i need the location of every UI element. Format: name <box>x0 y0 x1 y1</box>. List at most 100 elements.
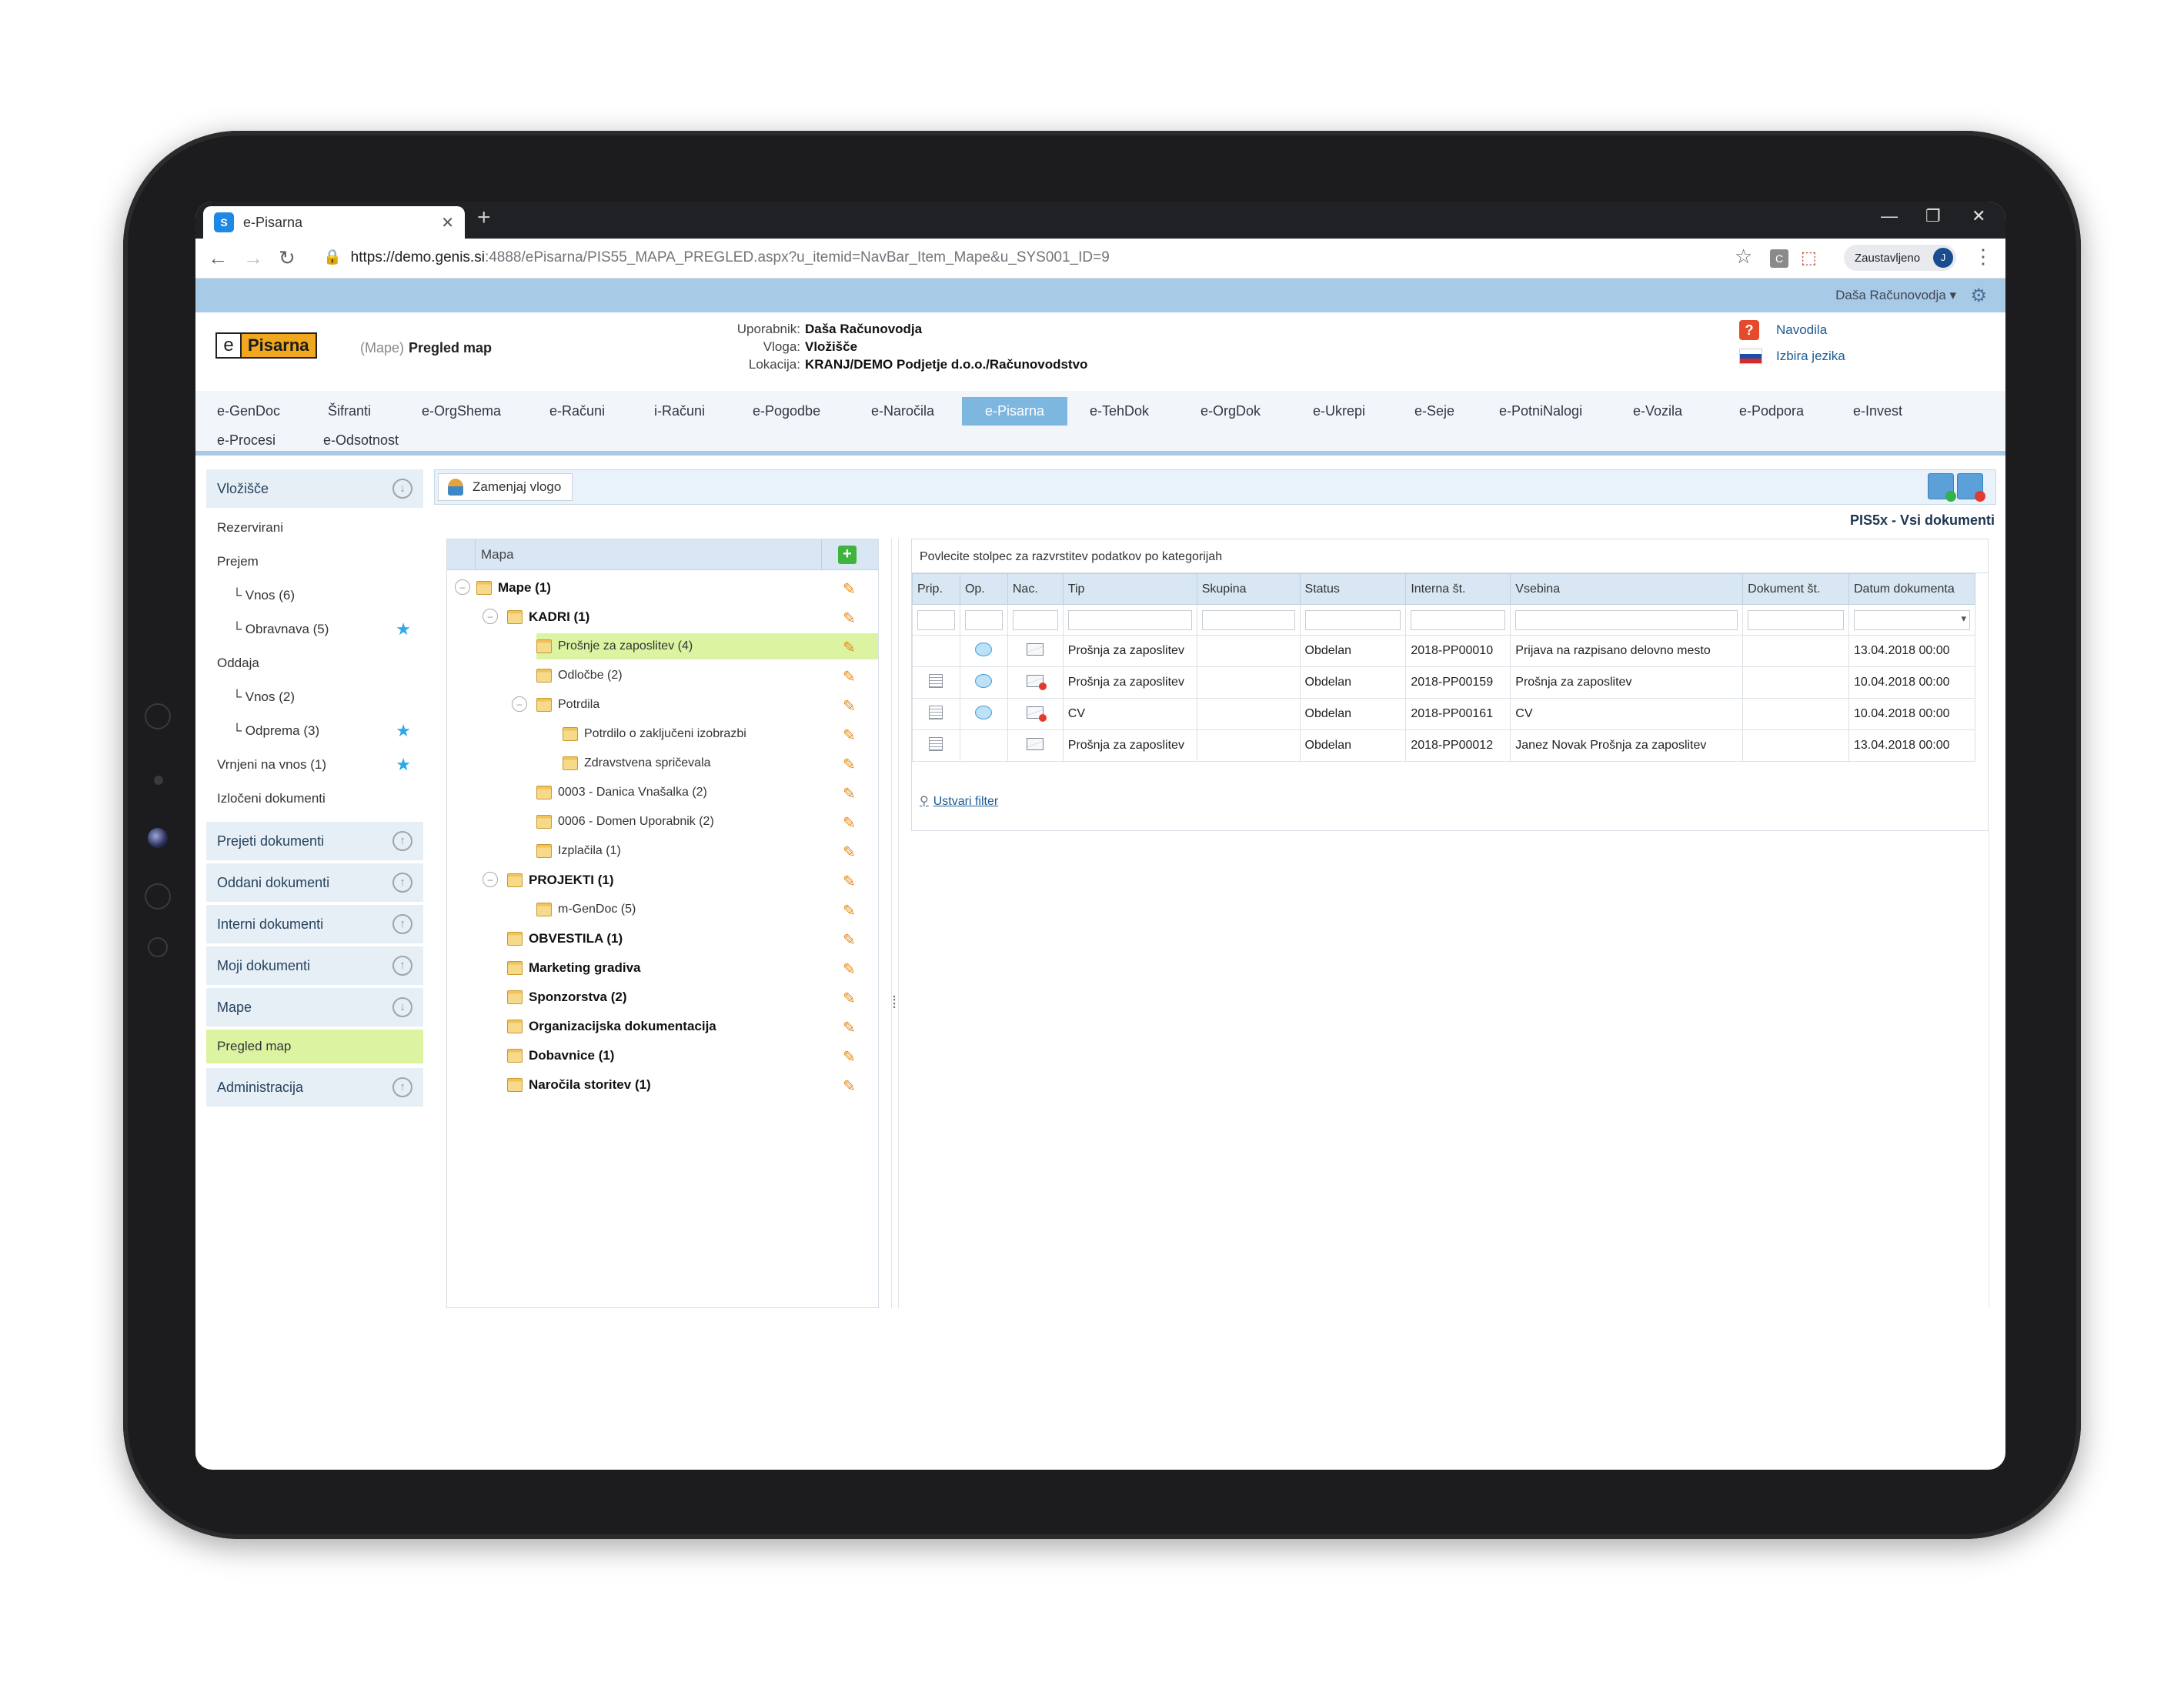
column-header[interactable]: Datum dokumenta <box>1848 573 1976 605</box>
filter-input[interactable] <box>1748 609 1844 630</box>
tree-node-domen[interactable]: 0006 - Domen Uporabnik (2) <box>536 809 714 835</box>
nav-e-orgshema[interactable]: e-OrgShema <box>422 403 501 419</box>
url-field[interactable]: 🔒 https://demo.genis.si:4888/ePisarna/PIS… <box>323 248 1110 266</box>
nav-e-gendoc[interactable]: e-GenDoc <box>217 403 280 419</box>
arrow-down-icon[interactable]: ↓ <box>392 479 412 499</box>
edit-pencil-icon[interactable]: ✎ <box>843 784 860 803</box>
edit-pencil-icon[interactable]: ✎ <box>843 930 860 949</box>
reload-icon[interactable]: ↻ <box>279 246 296 270</box>
comment-icon[interactable] <box>975 705 993 719</box>
close-window-icon[interactable]: ✕ <box>1972 206 1985 226</box>
edit-pencil-icon[interactable]: ✎ <box>843 726 860 744</box>
tree-node-organizacijska[interactable]: Organizacijska dokumentacija <box>507 1013 716 1040</box>
table-row[interactable]: Prošnja za zaposlitev Obdelan 2018-PP000… <box>912 635 1976 667</box>
tree-node-potrdilo-izobrazbi[interactable]: Potrdilo o zaključeni izobrazbi <box>563 721 746 747</box>
sidebar-item-oddaja-vnos[interactable]: └ Vnos (2) <box>206 680 423 714</box>
tree-node-mgendoc[interactable]: m-GenDoc (5) <box>536 896 636 923</box>
sidebar-item-pregled-map[interactable]: Pregled map <box>206 1030 423 1063</box>
minimize-icon[interactable]: — <box>1881 206 1898 226</box>
column-header[interactable]: Vsebina <box>1510 573 1744 605</box>
filter-input[interactable] <box>1201 609 1295 630</box>
nav-e-pogodbe[interactable]: e-Pogodbe <box>753 403 820 419</box>
sidebar-group-oddani[interactable]: Oddani dokumenti ↑ <box>206 863 423 902</box>
menu-kebab-icon[interactable]: ⋮ <box>1973 245 1993 269</box>
nav-e-seje[interactable]: e-Seje <box>1414 403 1454 419</box>
remove-window-icon[interactable] <box>1957 473 1985 502</box>
tree-node-obvestila[interactable]: OBVESTILA (1) <box>507 926 623 952</box>
tree-node-sponzorstva[interactable]: Sponzorstva (2) <box>507 984 627 1010</box>
attachment-doc-icon[interactable] <box>929 705 943 719</box>
extension-pdf-icon[interactable]: ⬚ <box>1801 248 1817 268</box>
filter-input[interactable] <box>1067 609 1192 630</box>
tree-node-dobavnice[interactable]: Dobavnice (1) <box>507 1043 614 1069</box>
edit-pencil-icon[interactable]: ✎ <box>843 638 860 656</box>
column-header[interactable]: Nac. <box>1007 573 1064 605</box>
arrow-up-icon[interactable]: ↑ <box>392 956 412 976</box>
filter-input[interactable] <box>1012 609 1058 630</box>
nav-e-invest[interactable]: e-Invest <box>1853 403 1902 419</box>
nav-e-odsotnost[interactable]: e-Odsotnost <box>323 432 399 449</box>
browser-tab[interactable]: S e-Pisarna ✕ <box>203 206 465 239</box>
date-filter-dropdown[interactable] <box>1853 609 1970 630</box>
column-header[interactable]: Skupina <box>1196 573 1301 605</box>
table-row[interactable]: Prošnja za zaposlitev Obdelan 2018-PP001… <box>912 666 1976 699</box>
tree-node-potrdila[interactable]: Potrdila <box>536 692 599 718</box>
sidebar-group-vlozisce[interactable]: Vložišče ↓ <box>206 469 423 508</box>
nav-e-procesi[interactable]: e-Procesi <box>217 432 276 449</box>
restore-icon[interactable]: ❐ <box>1925 206 1941 226</box>
filter-input[interactable] <box>917 609 955 630</box>
tree-node-kadri[interactable]: KADRI (1) <box>507 604 589 630</box>
arrow-down-icon[interactable]: ↓ <box>392 997 412 1017</box>
edit-pencil-icon[interactable]: ✎ <box>843 901 860 920</box>
nav-e-potninalogi[interactable]: e-PotniNalogi <box>1499 403 1582 419</box>
sidebar-item-oddaja-odprema[interactable]: └ Odprema (3) ★ <box>206 714 423 748</box>
nav-e-ukrepi[interactable]: e-Ukrepi <box>1313 403 1365 419</box>
gear-icon[interactable]: ⚙ <box>1970 285 1987 307</box>
arrow-up-icon[interactable]: ↑ <box>392 1077 412 1097</box>
arrow-up-icon[interactable]: ↑ <box>392 873 412 893</box>
edit-pencil-icon[interactable]: ✎ <box>843 609 860 627</box>
nav-sifranti[interactable]: Šifranti <box>328 403 371 419</box>
edit-pencil-icon[interactable]: ✎ <box>843 755 860 773</box>
tree-node-projekti[interactable]: PROJEKTI (1) <box>507 867 614 893</box>
column-header[interactable]: Op. <box>959 573 1008 605</box>
filter-input[interactable] <box>1515 609 1738 630</box>
arrow-up-icon[interactable]: ↑ <box>392 914 412 934</box>
nav-i-racuni[interactable]: i-Računi <box>654 403 705 419</box>
collapse-icon[interactable]: – <box>455 579 470 595</box>
tree-node-mape[interactable]: Mape (1) <box>476 575 551 601</box>
sidebar-group-moji[interactable]: Moji dokumenti ↑ <box>206 946 423 985</box>
table-row[interactable]: CV Obdelan 2018-PP00161 CV 10.04.2018 00… <box>912 698 1976 730</box>
profile-chip[interactable]: Zaustavljeno J <box>1844 245 1956 271</box>
nav-e-orgdok[interactable]: e-OrgDok <box>1201 403 1261 419</box>
column-header[interactable]: Tip <box>1062 573 1197 605</box>
edit-pencil-icon[interactable]: ✎ <box>843 1076 860 1095</box>
sidebar-item-prejem[interactable]: Prejem <box>206 545 423 579</box>
nav-e-podpora[interactable]: e-Podpora <box>1739 403 1804 419</box>
sidebar-item-oddaja[interactable]: Oddaja <box>206 646 423 680</box>
edit-pencil-icon[interactable]: ✎ <box>843 813 860 832</box>
close-icon[interactable]: ✕ <box>441 213 454 232</box>
nav-e-pisarna[interactable]: e-Pisarna <box>962 397 1068 426</box>
filter-input[interactable] <box>1411 609 1506 630</box>
edit-pencil-icon[interactable]: ✎ <box>843 696 860 715</box>
tree-node-danica[interactable]: 0003 - Danica Vnašalka (2) <box>536 779 707 806</box>
tree-node-zdravstvena[interactable]: Zdravstvena spričevala <box>563 750 711 776</box>
arrow-up-icon[interactable]: ↑ <box>392 831 412 851</box>
comment-icon[interactable] <box>975 642 993 656</box>
column-header[interactable]: Status <box>1299 573 1407 605</box>
edit-pencil-icon[interactable]: ✎ <box>843 960 860 978</box>
attachment-doc-icon[interactable] <box>929 736 943 751</box>
column-header[interactable]: Dokument št. <box>1742 573 1849 605</box>
sidebar-item-izloceni[interactable]: Izločeni dokumenti <box>206 782 423 816</box>
forward-icon[interactable]: → <box>243 246 263 270</box>
star-icon[interactable]: ★ <box>396 619 411 639</box>
tree-node-narocila[interactable]: Naročila storitev (1) <box>507 1072 651 1098</box>
tree-node-marketing[interactable]: Marketing gradiva <box>507 955 641 981</box>
nav-e-racuni[interactable]: e-Računi <box>549 403 605 419</box>
extension-c-icon[interactable]: C <box>1770 249 1788 268</box>
back-icon[interactable]: ← <box>208 246 228 270</box>
replace-role-button[interactable]: Zamenjaj vlogo <box>438 473 573 501</box>
tree-node-prosnje[interactable]: Prošnje za zaposlitev (4) <box>536 633 878 659</box>
table-row[interactable]: Prošnja za zaposlitev Obdelan 2018-PP000… <box>912 729 1976 762</box>
